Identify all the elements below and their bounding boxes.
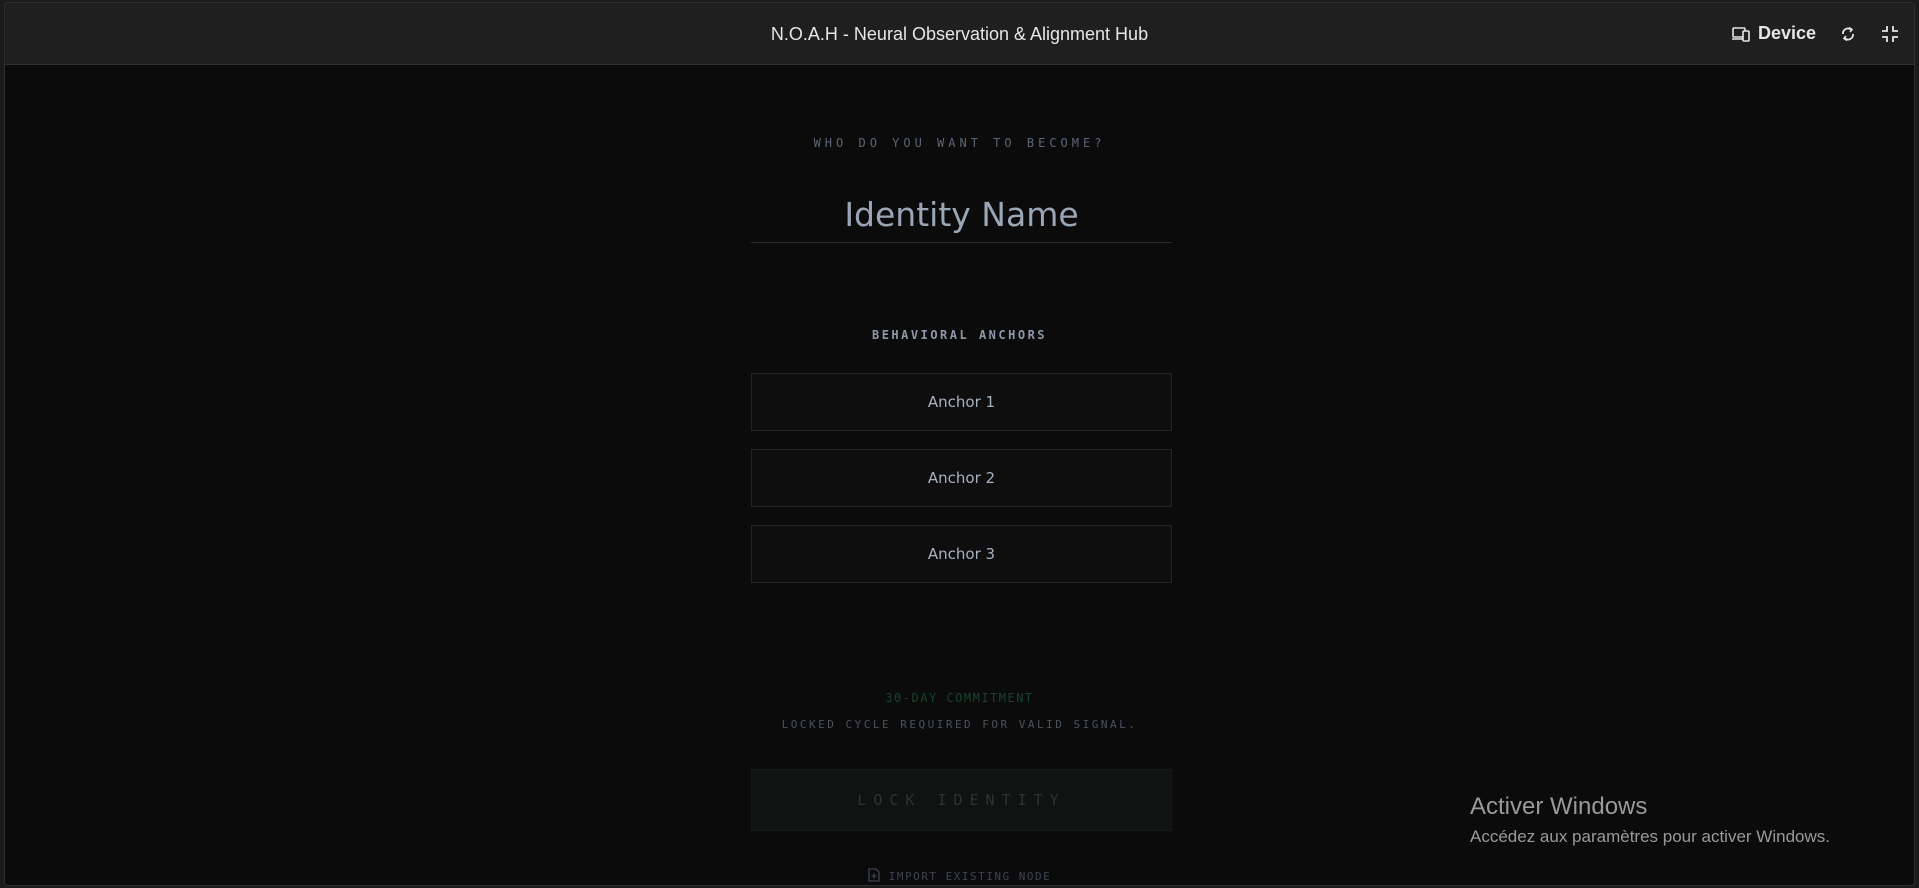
- import-label: IMPORT EXISTING NODE: [888, 870, 1052, 883]
- import-node-link[interactable]: IMPORT EXISTING NODE: [5, 868, 1914, 885]
- windows-activation-watermark: Activer Windows Accédez aux paramètres p…: [1470, 793, 1830, 847]
- title-bar: N.O.A.H - Neural Observation & Alignment…: [5, 3, 1914, 65]
- lock-identity-button[interactable]: LOCK IDENTITY: [751, 769, 1172, 831]
- app-title: N.O.A.H - Neural Observation & Alignment…: [770, 24, 1149, 44]
- activation-title: Activer Windows: [1470, 793, 1648, 820]
- file-import-icon: [868, 868, 880, 885]
- device-button[interactable]: Device: [1731, 23, 1816, 44]
- sync-icon[interactable]: [1838, 24, 1858, 44]
- activation-subtitle: Accédez aux paramètres pour activer Wind…: [1470, 827, 1830, 846]
- anchor-1-placeholder: Anchor 1: [927, 393, 996, 411]
- anchor-2-placeholder: Anchor 2: [927, 469, 996, 487]
- main-content: WHO DO YOU WANT TO BECOME? BEHAVIORAL AN…: [5, 65, 1914, 885]
- anchors-heading: BEHAVIORAL ANCHORS: [871, 328, 1048, 342]
- commitment-label: 30-DAY COMMITMENT: [885, 691, 1034, 705]
- fullscreen-exit-icon[interactable]: [1880, 24, 1900, 44]
- identity-name-input[interactable]: [751, 187, 1172, 243]
- device-icon: [1731, 24, 1751, 44]
- identity-prompt: WHO DO YOU WANT TO BECOME?: [813, 136, 1106, 150]
- anchor-1-input[interactable]: Anchor 1: [751, 373, 1172, 431]
- anchor-3-input[interactable]: Anchor 3: [751, 525, 1172, 583]
- commitment-subtext: LOCKED CYCLE REQUIRED FOR VALID SIGNAL.: [781, 718, 1138, 731]
- title-controls: Device: [1731, 23, 1900, 44]
- anchor-2-input[interactable]: Anchor 2: [751, 449, 1172, 507]
- device-label: Device: [1757, 23, 1816, 43]
- anchor-3-placeholder: Anchor 3: [927, 545, 996, 563]
- app-window: N.O.A.H - Neural Observation & Alignment…: [4, 2, 1915, 886]
